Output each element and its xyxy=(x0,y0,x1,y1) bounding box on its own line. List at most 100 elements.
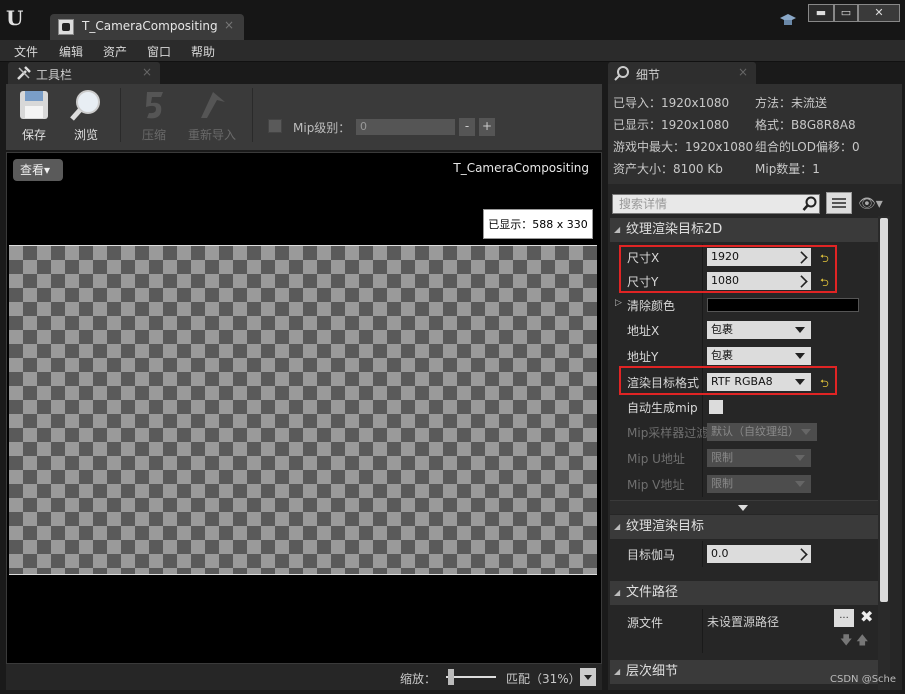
menu-edit[interactable]: 编辑 xyxy=(59,43,83,60)
clear-color-swatch[interactable] xyxy=(707,298,859,312)
scrollbar-thumb[interactable] xyxy=(880,218,888,602)
browse-source-button[interactable]: ... xyxy=(834,609,854,627)
unreal-logo-icon: U xyxy=(6,6,24,30)
view-options-eye-icon[interactable]: 👁▾ xyxy=(858,196,883,212)
section-render-target[interactable]: 纹理渲染目标 xyxy=(610,515,878,539)
view-dropdown-button[interactable]: 查看▾ xyxy=(13,159,63,181)
column-divider xyxy=(702,609,703,653)
zoom-dropdown-button[interactable] xyxy=(580,668,596,686)
list-line xyxy=(832,202,846,204)
zoom-value: 匹配（31%） xyxy=(506,672,581,686)
texture-viewport[interactable]: 查看▾ T_CameraCompositing 已显示：588 x 330 xyxy=(6,152,602,664)
viewport-asset-name: T_CameraCompositing xyxy=(453,161,589,175)
menu-asset[interactable]: 资产 xyxy=(103,43,127,60)
column-divider xyxy=(702,317,703,343)
clear-source-icon[interactable]: ✖ xyxy=(860,607,873,626)
stat-mip-count: Mip数量：1 xyxy=(755,162,820,176)
section-file-path[interactable]: 文件路径 xyxy=(610,581,878,605)
column-divider xyxy=(702,471,703,497)
address-x-dropdown[interactable]: 包裹 xyxy=(707,321,811,339)
mip-v-label: Mip V地址 xyxy=(627,478,685,492)
reimport-button[interactable]: 重新导入 xyxy=(184,84,240,146)
gamma-input[interactable]: 0.0 xyxy=(707,545,811,563)
minimize-button[interactable]: ▬ xyxy=(808,4,834,22)
texture-preview xyxy=(9,245,597,575)
toolbar: 保存 浏览 压缩 重新导入 Mip级别： 0 - + xyxy=(6,84,602,150)
reimport-label: 重新导入 xyxy=(187,128,236,142)
mip-filter-label: Mip采样器过滤 xyxy=(627,426,709,440)
mip-increment-button[interactable]: + xyxy=(479,118,495,136)
close-window-button[interactable]: ✕ xyxy=(858,4,900,22)
list-line xyxy=(832,198,846,200)
stat-lod-bias: 组合的LOD偏移：0 xyxy=(755,140,860,154)
prop-address-x: 地址X 包裹 xyxy=(610,317,878,343)
stat-format: 格式：B8G8R8A8 xyxy=(755,118,856,132)
mip-filter-dropdown[interactable]: 默认（自纹理组） xyxy=(707,423,817,441)
stat-method: 方法：未流送 xyxy=(755,96,828,110)
mip-level-label: Mip级别： xyxy=(293,121,351,135)
texture-stats: 已导入：1920x1080 方法：未流送 已显示：1920x1080 格式：B8… xyxy=(608,84,902,184)
source-file-label: 源文件 xyxy=(627,616,664,630)
prop-target-gamma: 目标伽马 0.0 xyxy=(610,541,878,567)
menu-window[interactable]: 窗口 xyxy=(147,43,171,60)
section-render-target-2d[interactable]: 纹理渲染目标2D xyxy=(610,218,878,242)
mip-u-dropdown[interactable]: 限制 xyxy=(707,449,811,467)
details-panel-tab[interactable]: 细节 × xyxy=(608,62,756,84)
stat-imported: 已导入：1920x1080 xyxy=(613,96,730,110)
mip-level-input[interactable]: 0 xyxy=(355,118,456,136)
auto-mip-checkbox[interactable] xyxy=(709,400,723,414)
address-x-label: 地址X xyxy=(627,324,660,338)
reimport-icon xyxy=(201,92,225,118)
list-view-button[interactable] xyxy=(826,192,852,214)
prop-mip-v-address: Mip V地址 限制 xyxy=(610,471,878,497)
details-panel-close-icon[interactable]: × xyxy=(738,65,748,79)
expand-arrow-icon[interactable]: ▷ xyxy=(615,298,622,308)
menu-help[interactable]: 帮助 xyxy=(191,43,215,60)
compress-label: 压缩 xyxy=(141,128,166,142)
column-divider xyxy=(702,419,703,445)
learn-hat-icon[interactable] xyxy=(780,14,796,26)
tab-close-icon[interactable]: × xyxy=(224,18,234,32)
menu-file[interactable]: 文件 xyxy=(14,43,38,60)
toolbar-panel-tab[interactable]: 工具栏 × xyxy=(8,62,160,84)
clear-color-label: 清除颜色 xyxy=(627,299,676,313)
maximize-button[interactable]: ▭ xyxy=(834,4,858,22)
address-y-label: 地址Y xyxy=(627,350,659,364)
document-tab[interactable]: T_CameraCompositing × xyxy=(50,14,244,40)
browse-button[interactable]: 浏览 xyxy=(64,84,108,146)
mip-level-checkbox[interactable] xyxy=(268,119,282,133)
prop-source-file: 源文件 未设置源路径 ... ✖ 🡇 🡅 xyxy=(610,607,878,653)
address-y-dropdown[interactable]: 包裹 xyxy=(707,347,811,365)
search-icon xyxy=(802,196,817,211)
details-panel-title: 细节 xyxy=(636,68,661,82)
highlight-format-box xyxy=(619,366,837,395)
tools-icon xyxy=(17,66,31,80)
details-magnifier-icon xyxy=(614,66,629,81)
mip-decrement-button[interactable]: - xyxy=(459,118,475,136)
displayed-size-box: 已显示：588 x 330 xyxy=(483,209,593,239)
stat-max-ingame: 游戏中最大：1920x1080 xyxy=(613,140,754,154)
save-button[interactable]: 保存 xyxy=(12,84,56,146)
source-path-value: 未设置源路径 xyxy=(707,615,780,629)
zoom-label: 缩放： xyxy=(400,672,437,686)
compress-icon xyxy=(146,92,163,119)
column-divider xyxy=(702,292,703,318)
prop-mip-filter: Mip采样器过滤 默认（自纹理组） xyxy=(610,419,878,445)
mip-u-label: Mip U地址 xyxy=(627,452,685,466)
toolbar-separator xyxy=(252,88,253,142)
compress-button[interactable]: 压缩 xyxy=(132,84,176,146)
toolbar-panel-close-icon[interactable]: × xyxy=(142,65,152,79)
watermark: CSDN @Sche xyxy=(830,674,897,685)
column-divider xyxy=(702,394,703,420)
zoom-slider-handle[interactable] xyxy=(448,669,454,685)
prop-auto-generate-mips: 自动生成mip xyxy=(610,394,878,420)
toolbar-panel-title: 工具栏 xyxy=(36,68,73,82)
title-bar: U T_CameraCompositing × ▬ ▭ ✕ xyxy=(0,0,905,40)
prop-mip-u-address: Mip U地址 限制 xyxy=(610,445,878,471)
zoom-bar: 缩放： 匹配（31%） xyxy=(6,664,602,690)
show-advanced-button[interactable] xyxy=(610,500,878,514)
mip-v-dropdown[interactable]: 限制 xyxy=(707,475,811,493)
gamma-label: 目标伽马 xyxy=(627,548,676,562)
search-details-input[interactable]: 搜索详情 xyxy=(612,194,820,214)
column-divider xyxy=(702,541,703,567)
